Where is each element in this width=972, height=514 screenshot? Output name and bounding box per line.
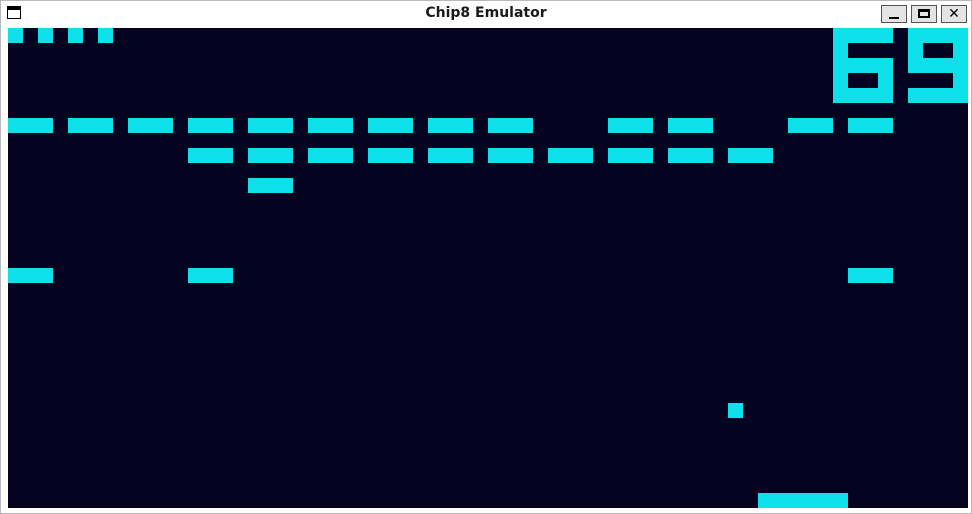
brick [488,118,533,133]
score-digit-pixel [908,28,923,43]
life-indicator [8,28,23,43]
score-digit-pixel [938,58,953,73]
score-digit-pixel [863,28,878,43]
score-digit-pixel [953,88,968,103]
brick [248,178,293,193]
score-digit-pixel [848,28,863,43]
brick [188,268,233,283]
brick [488,148,533,163]
brick [368,118,413,133]
brick [8,118,53,133]
score-digit-pixel [953,28,968,43]
paddle [758,493,848,508]
brick [368,148,413,163]
score-digit-pixel [938,88,953,103]
score-digit-pixel [953,43,968,58]
life-indicator [98,28,113,43]
brick [668,118,713,133]
brick [848,268,893,283]
score-digit-pixel [908,88,923,103]
brick [608,148,653,163]
brick [608,118,653,133]
score-digit-pixel [953,58,968,73]
brick [668,148,713,163]
life-indicator [68,28,83,43]
minimize-button[interactable] [881,5,907,23]
close-button[interactable]: ✕ [941,5,967,23]
brick [308,148,353,163]
maximize-icon [918,9,930,18]
score-digit-pixel [833,58,848,73]
minimize-icon [889,17,899,19]
score-digit-pixel [923,88,938,103]
brick [248,148,293,163]
score-digit-pixel [878,28,893,43]
score-digit-pixel [878,88,893,103]
score-digit-pixel [938,28,953,43]
brick [188,148,233,163]
brick [248,118,293,133]
ball [728,403,743,418]
brick [428,148,473,163]
score-digit-pixel [908,43,923,58]
brick [548,148,593,163]
score-digit-pixel [863,88,878,103]
life-indicator [38,28,53,43]
brick [728,148,773,163]
score-digit-pixel [833,88,848,103]
score-digit-pixel [863,58,878,73]
score-digit-pixel [848,88,863,103]
score-digit-pixel [923,58,938,73]
maximize-button[interactable] [911,5,937,23]
chip8-display [8,28,968,508]
brick [128,118,173,133]
score-digit-pixel [908,58,923,73]
score-digit-pixel [878,58,893,73]
brick [428,118,473,133]
score-digit-pixel [878,73,893,88]
brick [188,118,233,133]
emulator-window: Chip8 Emulator ✕ [0,0,972,514]
score-digit-pixel [833,43,848,58]
score-digit-pixel [848,58,863,73]
brick [788,118,833,133]
title-bar[interactable]: Chip8 Emulator ✕ [1,1,971,27]
score-digit-pixel [953,73,968,88]
score-digit-pixel [833,28,848,43]
brick [848,118,893,133]
close-icon: ✕ [948,6,960,22]
score-digit-pixel [833,73,848,88]
window-title: Chip8 Emulator [425,5,547,21]
brick [8,268,53,283]
brick [308,118,353,133]
brick [68,118,113,133]
score-digit-pixel [923,28,938,43]
